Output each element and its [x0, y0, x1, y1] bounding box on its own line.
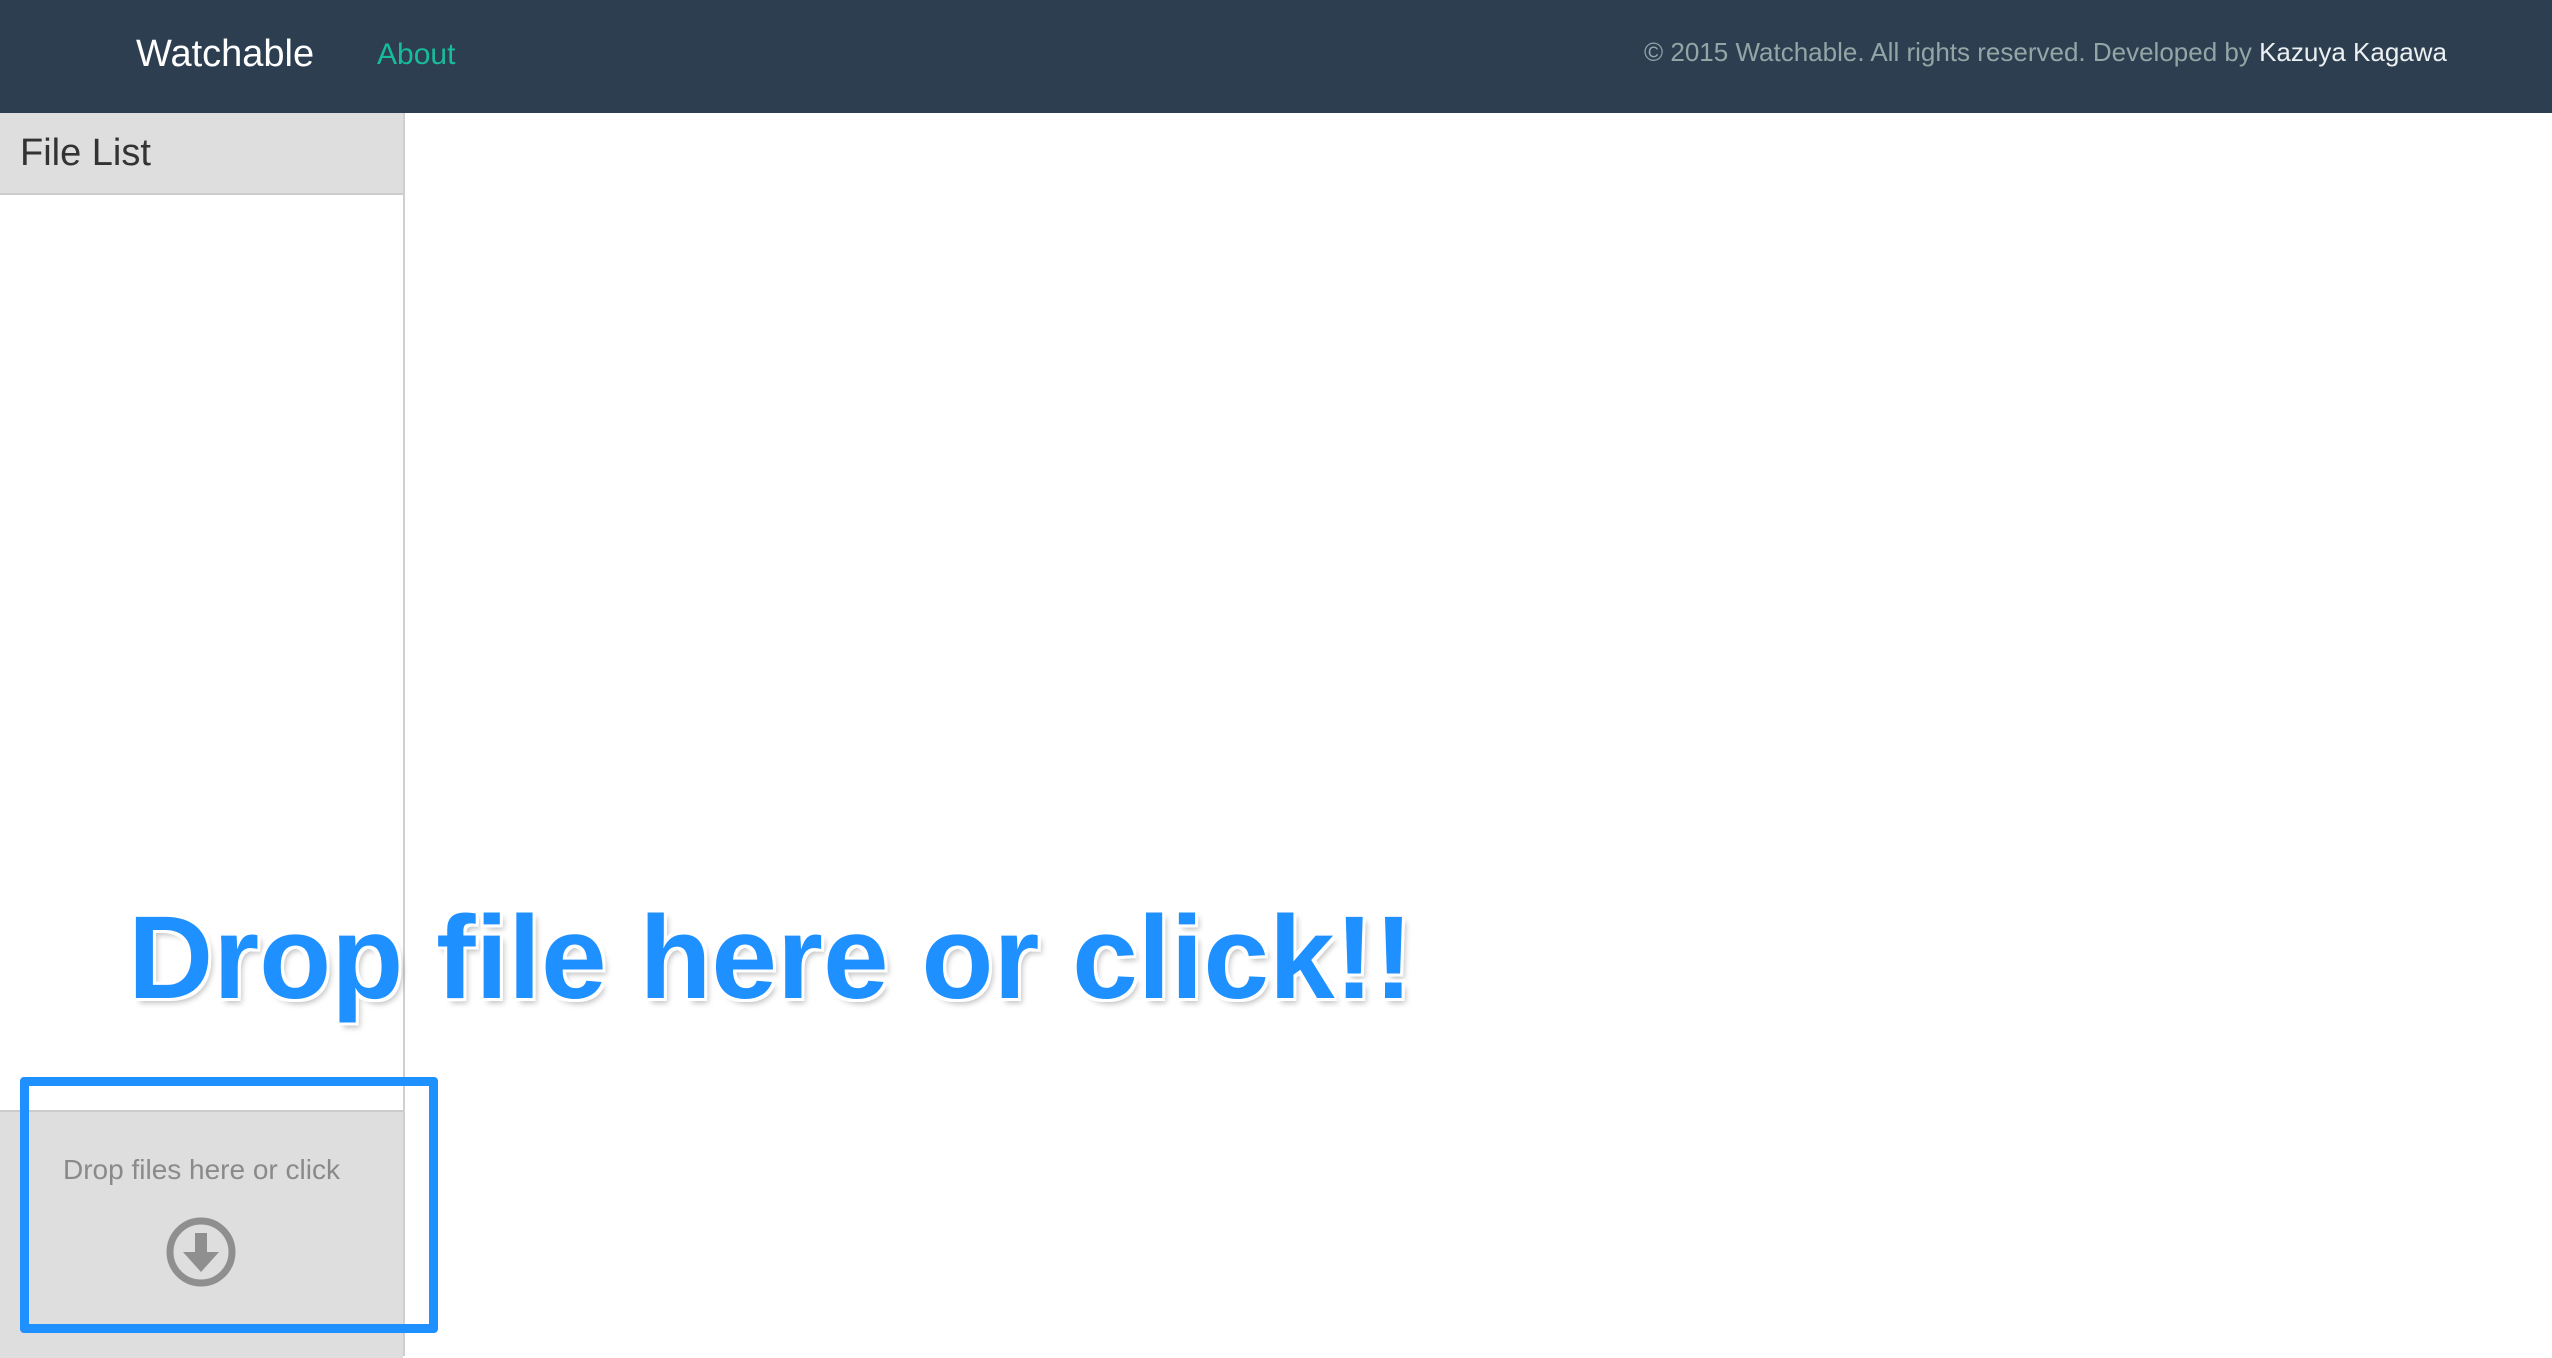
download-circle-icon: [166, 1217, 236, 1287]
brand-logo-text[interactable]: Watchable: [136, 28, 314, 80]
file-list-title: File List: [20, 132, 151, 174]
dropzone-label: Drop files here or click: [63, 1154, 340, 1185]
annotation-callout-text: Drop file here or click!!: [128, 892, 1414, 1024]
file-list-sidebar: File List Drop files here or click: [0, 113, 405, 1358]
nav-link-about[interactable]: About: [377, 34, 455, 76]
main-content-area: [405, 113, 2552, 1356]
file-list-header: File List: [0, 113, 403, 195]
file-dropzone[interactable]: Drop files here or click: [0, 1110, 403, 1358]
copyright-text: © 2015 Watchable. All rights reserved. D…: [1644, 37, 2252, 67]
author-link[interactable]: Kazuya Kagawa: [2259, 37, 2447, 67]
top-navbar: Watchable About © 2015 Watchable. All ri…: [0, 0, 2552, 113]
copyright-notice: © 2015 Watchable. All rights reserved. D…: [1644, 34, 2447, 70]
